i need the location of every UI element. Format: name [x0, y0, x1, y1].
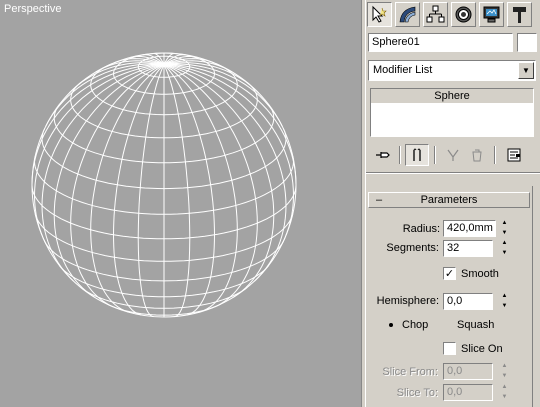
command-panel-tabs — [366, 0, 540, 29]
display-icon — [483, 6, 500, 23]
stack-toolbar — [366, 143, 540, 167]
hierarchy-icon — [426, 5, 445, 23]
radio-selected-dot — [389, 323, 393, 327]
smooth-label: Smooth — [461, 268, 499, 280]
slice-from-spinner[interactable]: ▲ ▼ — [499, 363, 510, 380]
modifier-list-dropdown[interactable]: Modifier List ▼ — [368, 60, 536, 81]
parameters-rollout-header[interactable]: – Parameters — [368, 192, 530, 208]
segments-spinner[interactable]: ▲ ▼ — [499, 240, 510, 257]
slice-on-label: Slice On — [461, 343, 503, 355]
sphere-wireframe[interactable] — [0, 0, 361, 407]
squash-radio[interactable] — [440, 319, 452, 331]
hemisphere-spinner[interactable]: ▲ ▼ — [499, 293, 510, 310]
tab-motion[interactable] — [451, 2, 476, 27]
configure-sets-icon — [507, 148, 521, 162]
make-unique-button[interactable] — [441, 144, 465, 166]
chop-radio[interactable] — [385, 319, 397, 331]
modifier-list-value: Modifier List — [373, 64, 433, 76]
motion-icon — [455, 6, 472, 23]
stack-item-sphere[interactable]: Sphere — [371, 89, 533, 104]
show-end-result-button[interactable] — [405, 144, 429, 166]
configure-modifier-sets-button[interactable] — [502, 144, 526, 166]
slice-to-spinner[interactable]: ▲ ▼ — [499, 384, 510, 401]
rollout-title: Parameters — [420, 194, 478, 206]
tab-create[interactable] — [367, 2, 392, 27]
pin-stack-button[interactable] — [371, 144, 395, 166]
slice-from-field[interactable]: 0,0 — [443, 363, 493, 380]
squash-label: Squash — [457, 319, 495, 331]
dropdown-arrow-icon[interactable]: ▼ — [518, 62, 534, 79]
slice-to-field[interactable]: 0,0 — [443, 384, 493, 401]
utilities-hammer-icon — [513, 7, 526, 23]
chop-label: Chop — [402, 319, 429, 331]
tab-utilities[interactable] — [507, 2, 532, 27]
perspective-viewport[interactable]: Perspective — [0, 0, 361, 407]
segments-field[interactable]: 32 — [443, 240, 493, 257]
object-color-swatch[interactable] — [517, 33, 537, 52]
panel-divider — [366, 172, 540, 174]
modifier-stack[interactable]: Sphere — [370, 88, 534, 137]
segments-label: Segments: — [386, 242, 439, 254]
radius-spinner[interactable]: ▲ ▼ — [499, 220, 510, 237]
show-end-result-icon — [413, 148, 421, 161]
modify-arc-icon — [399, 6, 416, 23]
make-unique-icon — [447, 149, 459, 161]
wire-longitude — [137, 64, 165, 318]
object-name-field[interactable]: Sphere01 — [368, 33, 513, 52]
parameters-rollout: – Parameters Radius: 420,0mm ▲ ▼ Segments… — [366, 182, 532, 407]
command-panel-scrollbar[interactable] — [532, 186, 540, 407]
hemisphere-label: Hemisphere: — [376, 295, 439, 307]
toolbar-separator — [434, 146, 436, 164]
wire-longitude — [163, 64, 191, 318]
create-cursor-icon — [372, 5, 387, 23]
remove-modifier-button[interactable] — [465, 144, 489, 166]
toolbar-separator — [399, 146, 401, 164]
remove-modifier-icon — [472, 149, 482, 162]
wire-longitude — [31, 64, 165, 186]
tab-hierarchy[interactable] — [423, 2, 448, 27]
pin-stack-icon — [376, 152, 390, 158]
hemisphere-field[interactable]: 0,0 — [443, 293, 493, 310]
tab-modify[interactable] — [395, 2, 420, 27]
radius-field[interactable]: 420,0mm — [443, 220, 496, 237]
slice-on-checkbox[interactable] — [443, 342, 456, 355]
tab-display[interactable] — [479, 2, 504, 27]
slice-to-label: Slice To: — [396, 387, 438, 399]
toolbar-separator — [494, 146, 496, 164]
slice-from-label: Slice From: — [382, 366, 438, 378]
radius-label: Radius: — [402, 223, 440, 235]
wire-longitude — [163, 64, 297, 186]
command-panel: Sphere01 Modifier List ▼ Sphere – Parame… — [366, 0, 540, 407]
smooth-checkbox[interactable]: ✓ — [443, 267, 456, 280]
